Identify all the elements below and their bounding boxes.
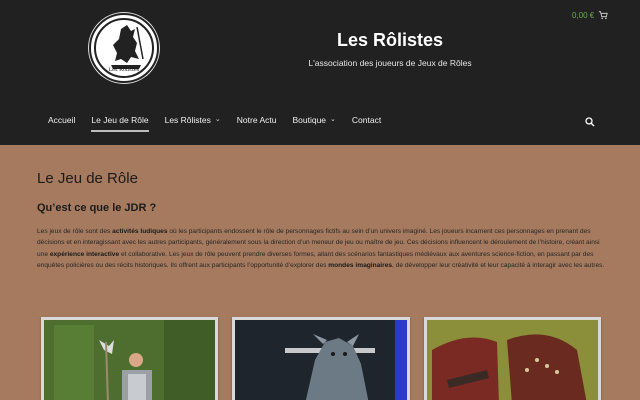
nav-item-jeu-de-role[interactable]: Le Jeu de Rôle [83, 110, 156, 132]
main-nav: Accueil Le Jeu de Rôle Les Rôlistes ⌄ No… [40, 110, 389, 132]
main-content: Le Jeu de Rôle Qu’est ce que le JDR ? Le… [37, 170, 612, 272]
knight-photo [44, 320, 216, 400]
nav-item-label: Contact [351, 115, 382, 125]
site-logo[interactable]: Les Rôlistes [89, 13, 159, 83]
chevron-down-icon: ⌄ [330, 116, 336, 123]
cart-amount: 0,00 € [572, 10, 595, 20]
site-title[interactable]: Les Rôlistes [290, 30, 490, 51]
section-subtitle: Qu’est ce que le JDR ? [37, 202, 157, 214]
armor-figure-icon [426, 320, 598, 400]
cart-link[interactable]: 0,00 € [572, 10, 608, 20]
nav-item-contact[interactable]: Contact [344, 110, 389, 130]
intro-paragraph: Les jeux de rôle sont des activités ludi… [37, 226, 612, 272]
search-icon[interactable] [585, 117, 595, 127]
cart-icon [599, 11, 608, 20]
para-bold: mondes imaginaires [328, 262, 393, 270]
site-tagline: L'association des joueurs de Jeux de Rôl… [308, 58, 472, 68]
para-text: Les jeux de rôle sont des [37, 228, 113, 235]
site-header: Les Rôlistes Les Rôlistes L'association … [0, 0, 640, 145]
gallery-image-knight[interactable] [41, 317, 219, 400]
nav-item-notre-actu[interactable]: Notre Actu [229, 110, 285, 130]
nav-item-label: Les Rôlistes [164, 115, 211, 125]
nav-item-les-rolistes[interactable]: Les Rôlistes ⌄ [157, 110, 229, 130]
gallery-image-armor[interactable] [423, 317, 601, 400]
nav-item-label: Accueil [48, 115, 76, 125]
nav-item-accueil[interactable]: Accueil [40, 110, 83, 130]
image-gallery [41, 317, 601, 400]
para-bold: activités ludiques [112, 228, 168, 235]
nav-item-label: Boutique [292, 115, 327, 125]
nav-item-label: Notre Actu [236, 115, 277, 125]
para-bold: expérience interactive [49, 250, 120, 258]
orc-figure-icon [235, 320, 407, 400]
logo-text: Les Rôlistes [108, 67, 140, 73]
orc-photo [235, 320, 407, 400]
nav-item-boutique[interactable]: Boutique ⌄ [284, 110, 343, 130]
nav-item-label: Le Jeu de Rôle [91, 115, 149, 125]
chevron-down-icon: ⌄ [214, 116, 221, 123]
para-text: , de développer leur créativité et leur … [392, 262, 605, 270]
knight-figure-icon [44, 320, 216, 400]
armor-photo [426, 320, 598, 400]
gallery-image-orc[interactable] [232, 317, 410, 400]
page-title: Le Jeu de Rôle [37, 170, 138, 187]
